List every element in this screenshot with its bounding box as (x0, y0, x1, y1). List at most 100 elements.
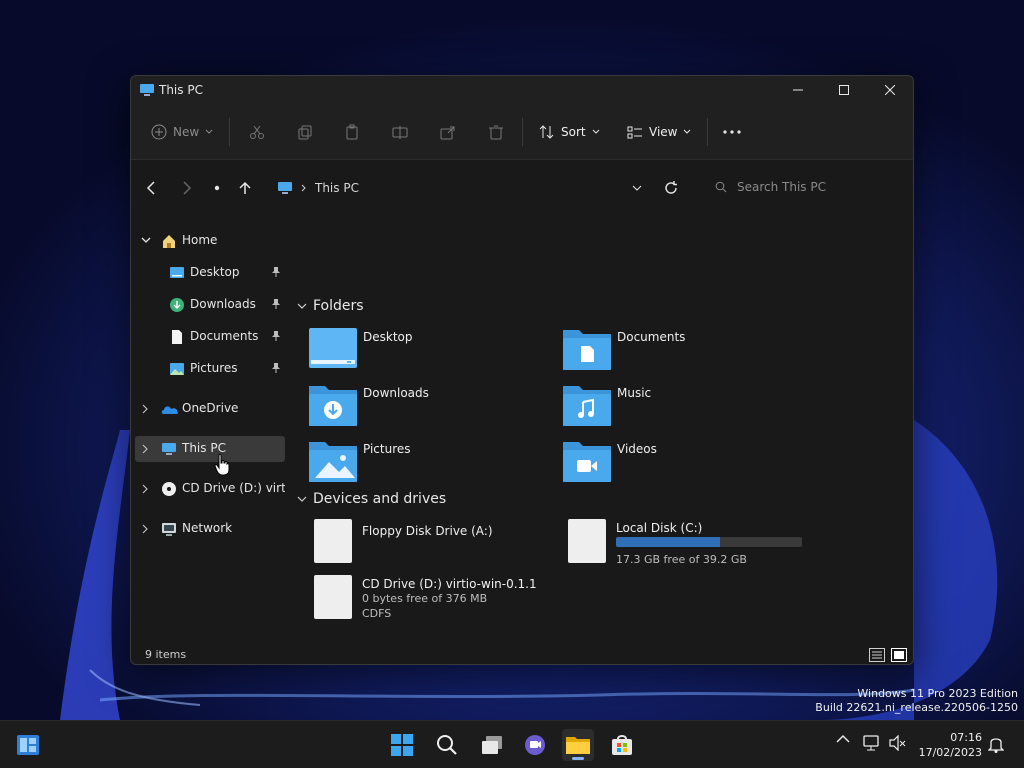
drive-usage-bar (616, 537, 802, 547)
search-button[interactable] (431, 729, 463, 761)
sidebar-item-label: Home (182, 233, 218, 247)
start-button[interactable] (386, 729, 418, 761)
sidebar-item-onedrive[interactable]: OneDrive (135, 396, 285, 422)
plus-circle-icon (151, 124, 167, 140)
sort-button[interactable]: Sort (539, 118, 600, 146)
drive-item-cd[interactable]: CD Drive (D:) virtio-win-0.1.1 0 bytes f… (314, 575, 564, 627)
title-bar[interactable]: This PC (131, 76, 913, 104)
file-explorer-taskbar-button[interactable] (562, 729, 594, 761)
sidebar-item-home[interactable]: Home (135, 228, 285, 254)
paste-icon (346, 124, 358, 140)
folder-item-videos[interactable]: Videos (563, 438, 813, 488)
task-view-icon (482, 736, 502, 754)
this-pc-icon (278, 182, 292, 194)
minimize-button[interactable] (775, 76, 821, 104)
sidebar-item-network[interactable]: Network (135, 516, 285, 542)
drive-item-local-disk[interactable]: Local Disk (C:) 17.3 GB free of 39.2 GB (568, 519, 818, 571)
notifications-button[interactable] (988, 735, 1004, 753)
documents-icon (172, 330, 182, 344)
sidebar-item-label: This PC (182, 441, 226, 455)
search-box[interactable]: Search This PC (705, 174, 905, 200)
address-history-button[interactable] (627, 178, 647, 198)
share-button[interactable] (440, 118, 456, 146)
paste-button[interactable] (344, 118, 360, 146)
widgets-button[interactable] (12, 729, 44, 761)
this-pc-icon (162, 443, 176, 455)
folder-item-music[interactable]: Music (563, 382, 813, 432)
refresh-button[interactable] (661, 178, 681, 198)
volume-muted-icon (889, 735, 906, 751)
new-label: New (173, 125, 200, 139)
delete-icon (489, 125, 503, 140)
back-button[interactable] (141, 178, 161, 198)
breadcrumb-item[interactable]: This PC (315, 181, 359, 195)
cut-button[interactable] (249, 118, 265, 146)
details-view-button[interactable] (869, 648, 885, 662)
sidebar-item-cd-drive[interactable]: CD Drive (D:) virtio-w (135, 476, 285, 502)
task-view-button[interactable] (476, 729, 508, 761)
desktop-icon (170, 267, 184, 278)
recent-locations-button[interactable] (207, 178, 227, 198)
rename-button[interactable] (392, 118, 408, 146)
arrow-up-icon (239, 181, 251, 194)
clock-time: 07:16 (950, 731, 982, 744)
network-wired-icon (863, 735, 879, 751)
refresh-icon (665, 181, 677, 194)
onedrive-icon (161, 406, 179, 414)
documents-folder-icon (563, 330, 611, 370)
widgets-icon (17, 735, 39, 755)
folders-section-header[interactable]: Folders (297, 298, 364, 314)
this-pc-icon (139, 83, 155, 100)
breadcrumb[interactable]: This PC (277, 178, 359, 198)
copy-icon (298, 125, 312, 140)
dot-icon (214, 185, 220, 191)
tiles-view-button[interactable] (891, 648, 907, 662)
clock-date: 17/02/2023 (918, 746, 982, 759)
folder-item-downloads[interactable]: Downloads (309, 382, 559, 432)
videos-folder-icon (563, 442, 611, 482)
drive-free-space: 17.3 GB free of 39.2 GB (616, 553, 747, 566)
store-button[interactable] (606, 729, 638, 761)
close-button[interactable] (867, 76, 913, 104)
forward-button[interactable] (177, 178, 197, 198)
new-button[interactable]: New (151, 118, 213, 146)
taskbar: 07:16 17/02/2023 (0, 720, 1024, 768)
sidebar-item-downloads[interactable]: Downloads (135, 292, 285, 318)
address-row: This PC Search This PC (131, 160, 913, 214)
more-options-button[interactable] (723, 118, 741, 146)
folder-name: Music (617, 386, 652, 400)
network-status-button[interactable] (862, 735, 880, 751)
folder-item-desktop[interactable]: Desktop (309, 326, 559, 376)
drive-item-floppy[interactable]: Floppy Disk Drive (A:) (314, 519, 564, 571)
store-icon (612, 735, 632, 755)
toolbar-divider (522, 118, 523, 146)
clock[interactable]: 07:16 17/02/2023 (919, 730, 982, 760)
folder-item-documents[interactable]: Documents (563, 326, 813, 376)
show-hidden-icons-button[interactable] (836, 735, 850, 743)
folder-item-pictures[interactable]: Pictures (309, 438, 559, 488)
sidebar-item-this-pc[interactable]: This PC (135, 436, 285, 462)
devices-section-header[interactable]: Devices and drives (297, 491, 446, 507)
sidebar-item-label: OneDrive (182, 401, 239, 415)
view-button[interactable]: View (627, 118, 691, 146)
delete-button[interactable] (488, 118, 504, 146)
desktop-folder-icon (309, 328, 357, 368)
item-count: 9 items (145, 648, 187, 661)
downloads-icon (170, 298, 184, 312)
local-disk-icon (568, 519, 606, 563)
chat-icon (525, 735, 545, 755)
volume-button[interactable] (888, 735, 906, 751)
copy-button[interactable] (297, 118, 313, 146)
chevron-right-icon (142, 524, 148, 534)
cd-drive-icon (314, 575, 352, 619)
folder-name: Desktop (363, 330, 413, 344)
sidebar-item-pictures[interactable]: Pictures (135, 356, 285, 382)
chevron-up-icon (836, 735, 850, 743)
up-button[interactable] (235, 178, 255, 198)
navigation-pane: Home Desktop Downloads Documents Picture… (131, 228, 291, 628)
chevron-down-icon (205, 129, 213, 134)
chat-button[interactable] (519, 729, 551, 761)
maximize-button[interactable] (821, 76, 867, 104)
sidebar-item-documents[interactable]: Documents (135, 324, 285, 350)
sidebar-item-desktop[interactable]: Desktop (135, 260, 285, 286)
